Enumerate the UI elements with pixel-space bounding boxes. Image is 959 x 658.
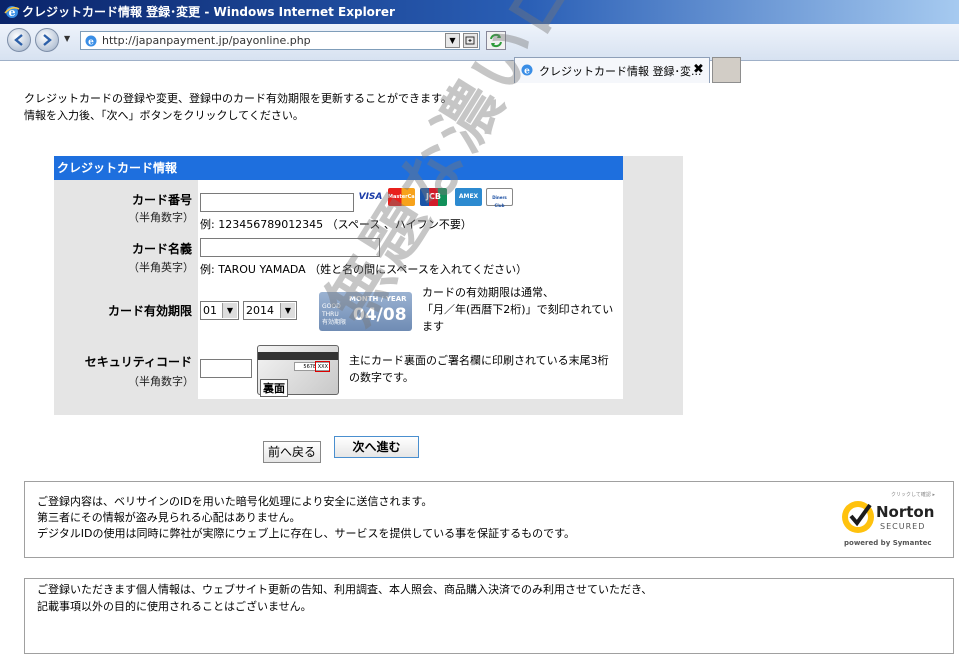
address-search-icon[interactable]: [463, 33, 478, 48]
back-button[interactable]: 前へ戻る: [263, 441, 321, 463]
card-number-input[interactable]: [200, 193, 354, 212]
magnetic-stripe: [258, 352, 338, 360]
svg-text:e: e: [88, 38, 94, 48]
card-number-sub: （半角数字）: [128, 211, 194, 224]
badge-norton: Norton: [876, 503, 934, 521]
internet-explorer-icon: e: [4, 6, 20, 19]
security-info-box: ご登録内容は、ベリサインのIDを用いた暗号化処理により安全に送信されます。 第三…: [24, 481, 954, 558]
card-name-sub: （半角英字）: [128, 261, 194, 274]
security-code-input[interactable]: [200, 359, 252, 378]
address-dropdown-icon[interactable]: ▼: [445, 33, 460, 48]
diners-club-logo: Diners Club: [486, 188, 513, 208]
norton-secured-badge[interactable]: クリックして確認 ▸ Norton SECURED powered by Sym…: [840, 487, 944, 547]
expiry-example-image: MONTH / YEAR GOOD THRU 有効期限 04/08: [319, 292, 412, 331]
card-name-input[interactable]: [200, 238, 380, 257]
tab-close-icon[interactable]: ✖: [693, 62, 704, 77]
expiry-note: カードの有効期限は通常、 「月／年(西暦下2桁)」で刻印されてい ます: [422, 286, 614, 333]
security-code-highlight: [315, 361, 330, 372]
intro-text: クレジットカードの登録や変更、登録中のカード有効期限を更新することができます。 …: [24, 90, 452, 124]
security-code-label: セキュリティコード: [84, 355, 192, 369]
page-icon: e: [85, 35, 97, 48]
expiry-year-select[interactable]: 2014 ▼: [243, 301, 297, 320]
refresh-icon[interactable]: [486, 31, 506, 50]
browser-tab[interactable]: e クレジットカード情報 登録･変... ✖: [514, 57, 710, 83]
form-header: クレジットカード情報: [54, 156, 623, 180]
amex-logo: AMEX: [455, 188, 482, 206]
security-code-sub: （半角数字）: [128, 375, 194, 388]
chevron-down-icon: ▼: [222, 303, 237, 318]
credit-card-form: クレジットカード情報 カード番号 （半角数字） VISA MasterCard …: [54, 156, 683, 415]
card-back-image: 5678 XXX 裏面: [257, 345, 339, 397]
address-bar[interactable]: e http://japanpayment.jp/payonline.php ▼: [80, 31, 480, 50]
next-button[interactable]: 次へ進む: [334, 436, 419, 458]
good-thru-label: GOOD THRU 有効期限: [322, 303, 347, 326]
svg-text:e: e: [524, 67, 530, 77]
tab-label: クレジットカード情報 登録･変...: [539, 65, 702, 78]
new-tab-button[interactable]: [712, 57, 741, 83]
security-info-line-3: デジタルIDの使用は同時に弊社が実際にウェブ上に存在し、サービスを提供している事…: [37, 527, 576, 540]
jcb-logo: JCB: [420, 188, 447, 206]
history-dropdown-icon[interactable]: ▼: [64, 34, 70, 43]
intro-line-1: クレジットカードの登録や変更、登録中のカード有効期限を更新することができます。: [24, 92, 452, 105]
badge-powered: powered by Symantec: [844, 539, 932, 547]
window-title: クレジットカード情報 登録･変更 - Windows Internet Expl…: [22, 5, 395, 19]
expiry-month-value: 01: [203, 304, 217, 317]
privacy-info-box: ご登録いただきます個人情報は、ウェブサイト更新の告知、利用調査、本人照会、商品購…: [24, 578, 954, 654]
chevron-down-icon: ▼: [280, 303, 295, 318]
address-url: http://japanpayment.jp/payonline.php: [102, 34, 311, 47]
badge-caption: クリックして確認 ▸: [891, 491, 935, 498]
security-info-line-1: ご登録内容は、ベリサインのIDを用いた暗号化処理により安全に送信されます。: [37, 495, 433, 508]
card-number-hint: 例: 123456789012345 （スペース 、ハイフン不要）: [200, 218, 472, 231]
card-back-label: 裏面: [260, 379, 288, 397]
visa-logo: VISA: [358, 192, 383, 202]
security-info-line-2: 第三者にその情報が盗み見られる心配はありません。: [37, 511, 301, 524]
privacy-info-line-2: 記載事項以外の目的に使用されることはございません。: [37, 600, 312, 613]
tab-page-icon: e: [521, 64, 533, 77]
card-name-label: カード名義: [131, 242, 192, 256]
expiry-month-select[interactable]: 01 ▼: [200, 301, 239, 320]
expiry-year-value: 2014: [246, 304, 274, 317]
window-title-bar: e クレジットカード情報 登録･変更 - Windows Internet Ex…: [0, 0, 959, 24]
badge-secured: SECURED: [880, 522, 925, 531]
card-name-hint: 例: TAROU YAMADA （姓と名の間にスペースを入れてください）: [200, 263, 528, 276]
browser-toolbar: ▼ e http://japanpayment.jp/payonline.php…: [0, 24, 959, 83]
security-code-note: 主にカード裏面のご署名欄に印刷されている末尾3桁 の数字です。: [349, 354, 609, 384]
back-arrow-icon[interactable]: [7, 28, 31, 52]
forward-arrow-icon[interactable]: [35, 28, 59, 52]
intro-line-2: 情報を入力後、「次へ」ボタンをクリックしてください。: [24, 109, 304, 122]
mastercard-logo: MasterCard: [388, 188, 421, 206]
card-number-label: カード番号: [131, 193, 192, 207]
expiry-label: カード有効期限: [107, 304, 192, 318]
privacy-info-line-1: ご登録いただきます個人情報は、ウェブサイト更新の告知、利用調査、本人照会、商品購…: [37, 583, 653, 596]
